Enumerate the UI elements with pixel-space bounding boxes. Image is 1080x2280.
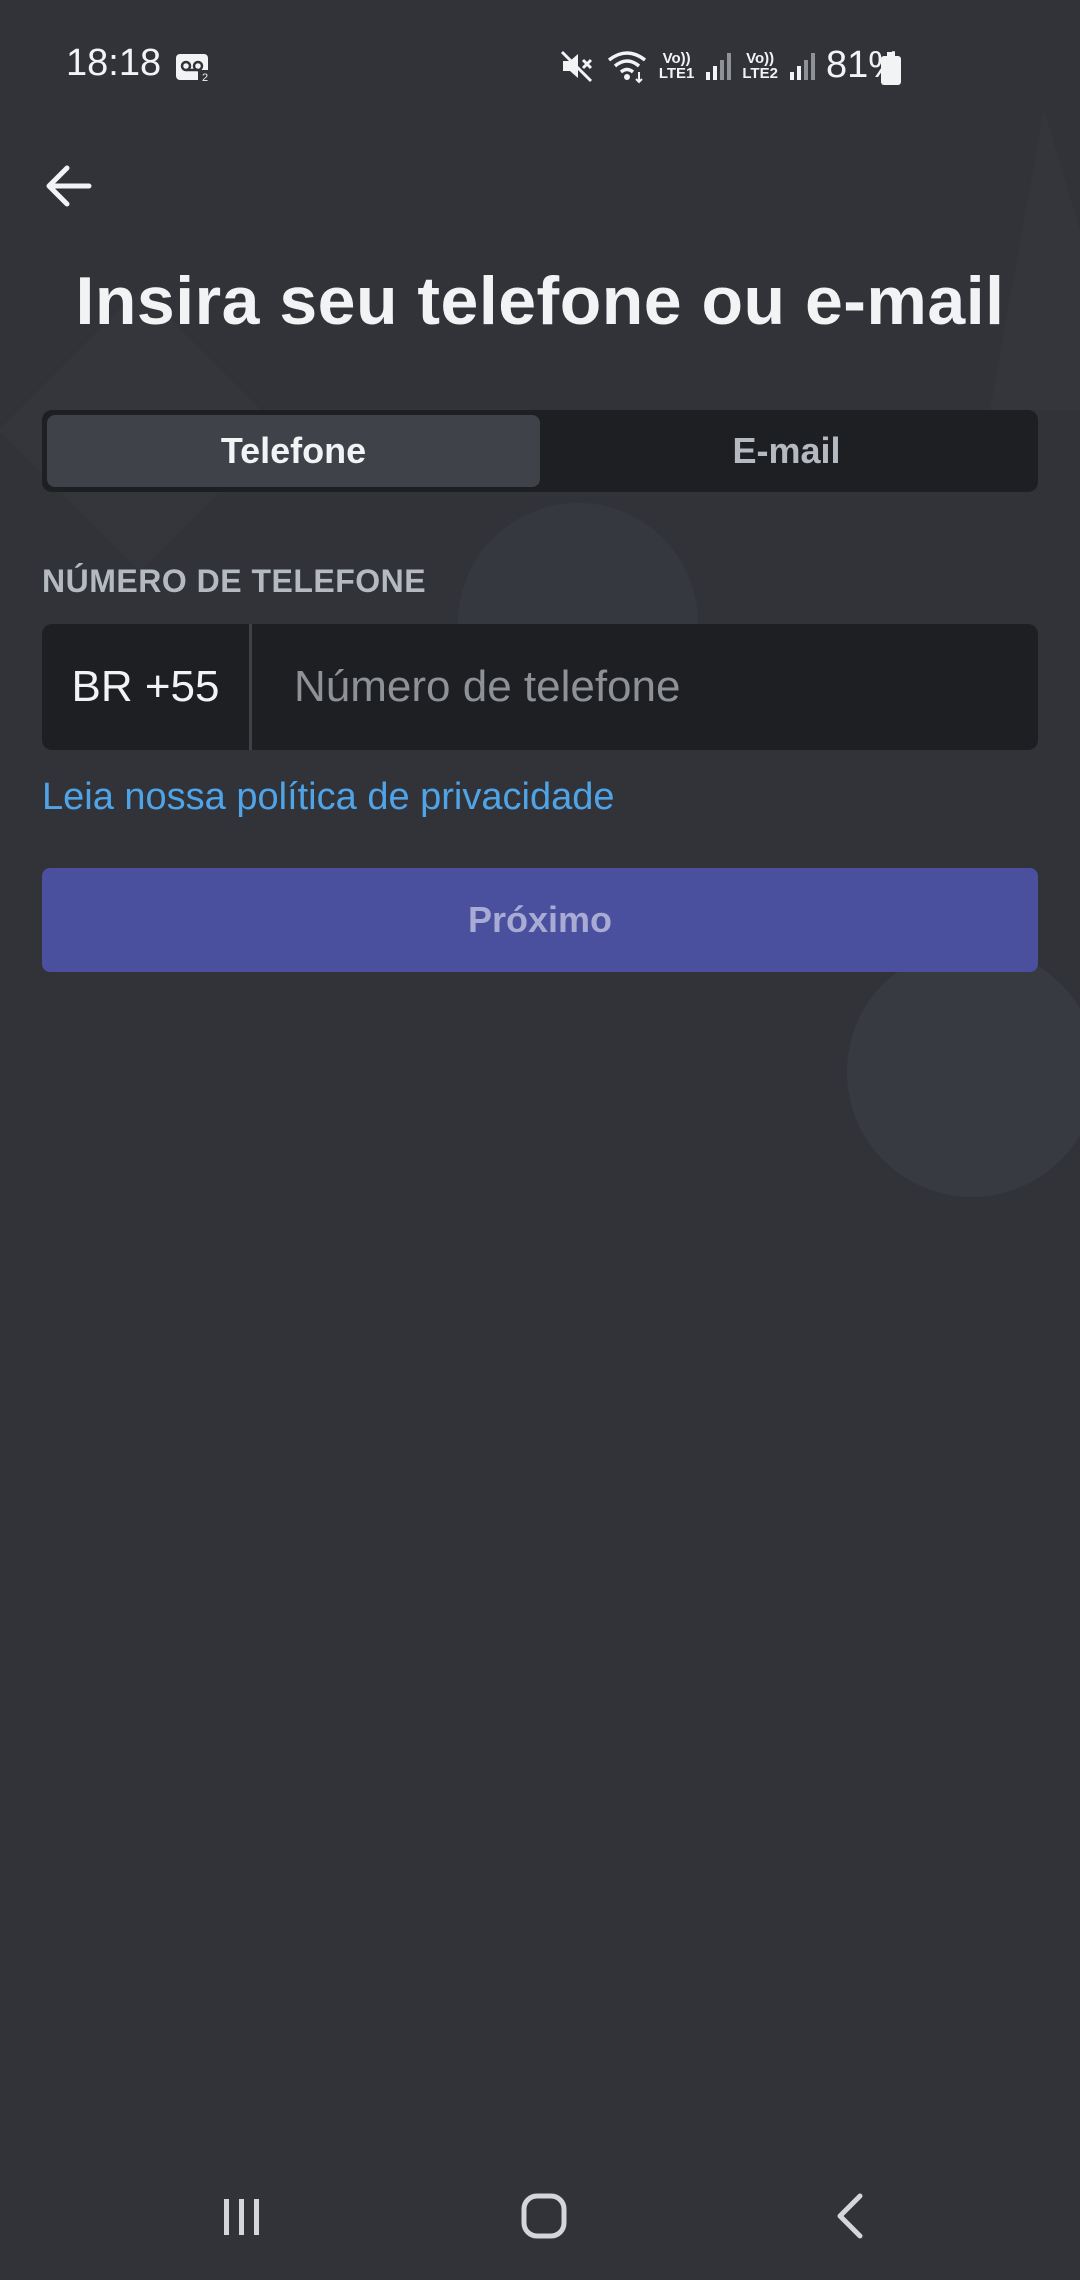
background-circle-shape	[847, 947, 1080, 1197]
nav-back-icon[interactable]	[830, 2192, 870, 2240]
status-bar: 18:18 2 Vo)) LTE1 Vo)) LTE2 81%	[0, 0, 1080, 134]
tab-email[interactable]: E-mail	[540, 415, 1033, 487]
volte-label: Vo))	[662, 49, 691, 67]
recent-apps-icon[interactable]	[220, 2195, 264, 2239]
privacy-policy-link[interactable]: Leia nossa política de privacidade	[42, 776, 615, 819]
status-time: 18:18	[66, 42, 162, 84]
signal-icon	[789, 52, 815, 80]
next-button[interactable]: Próximo	[42, 868, 1038, 972]
lte1-label: LTE1	[658, 64, 695, 82]
voicemail-icon: 2	[176, 54, 212, 84]
status-icons: Vo)) LTE1 Vo)) LTE2 81%	[559, 44, 902, 87]
sim2-indicator: Vo)) LTE2	[742, 51, 778, 81]
wifi-icon	[607, 50, 646, 83]
login-method-tabs: Telefone E-mail	[42, 410, 1038, 492]
arrow-left-icon	[46, 165, 92, 207]
country-code-selector[interactable]: BR +55	[42, 624, 252, 750]
signal-icon	[706, 52, 732, 80]
mute-icon	[560, 50, 592, 82]
phone-number-input[interactable]	[252, 623, 1038, 751]
lte2-label: LTE2	[742, 64, 778, 82]
phone-field-label: NÚMERO DE TELEFONE	[42, 563, 427, 599]
page-title: Insira seu telefone ou e-mail	[75, 263, 1005, 339]
tab-telefone[interactable]: Telefone	[47, 415, 540, 487]
battery-icon	[881, 52, 901, 85]
back-button[interactable]	[38, 155, 100, 217]
sim1-indicator: Vo)) LTE1	[659, 51, 695, 81]
background-spike-shape	[990, 110, 1080, 410]
phone-field: BR +55	[42, 623, 1038, 751]
volte-label: Vo))	[746, 49, 775, 67]
home-icon[interactable]	[520, 2192, 568, 2240]
svg-text:2: 2	[202, 72, 208, 84]
